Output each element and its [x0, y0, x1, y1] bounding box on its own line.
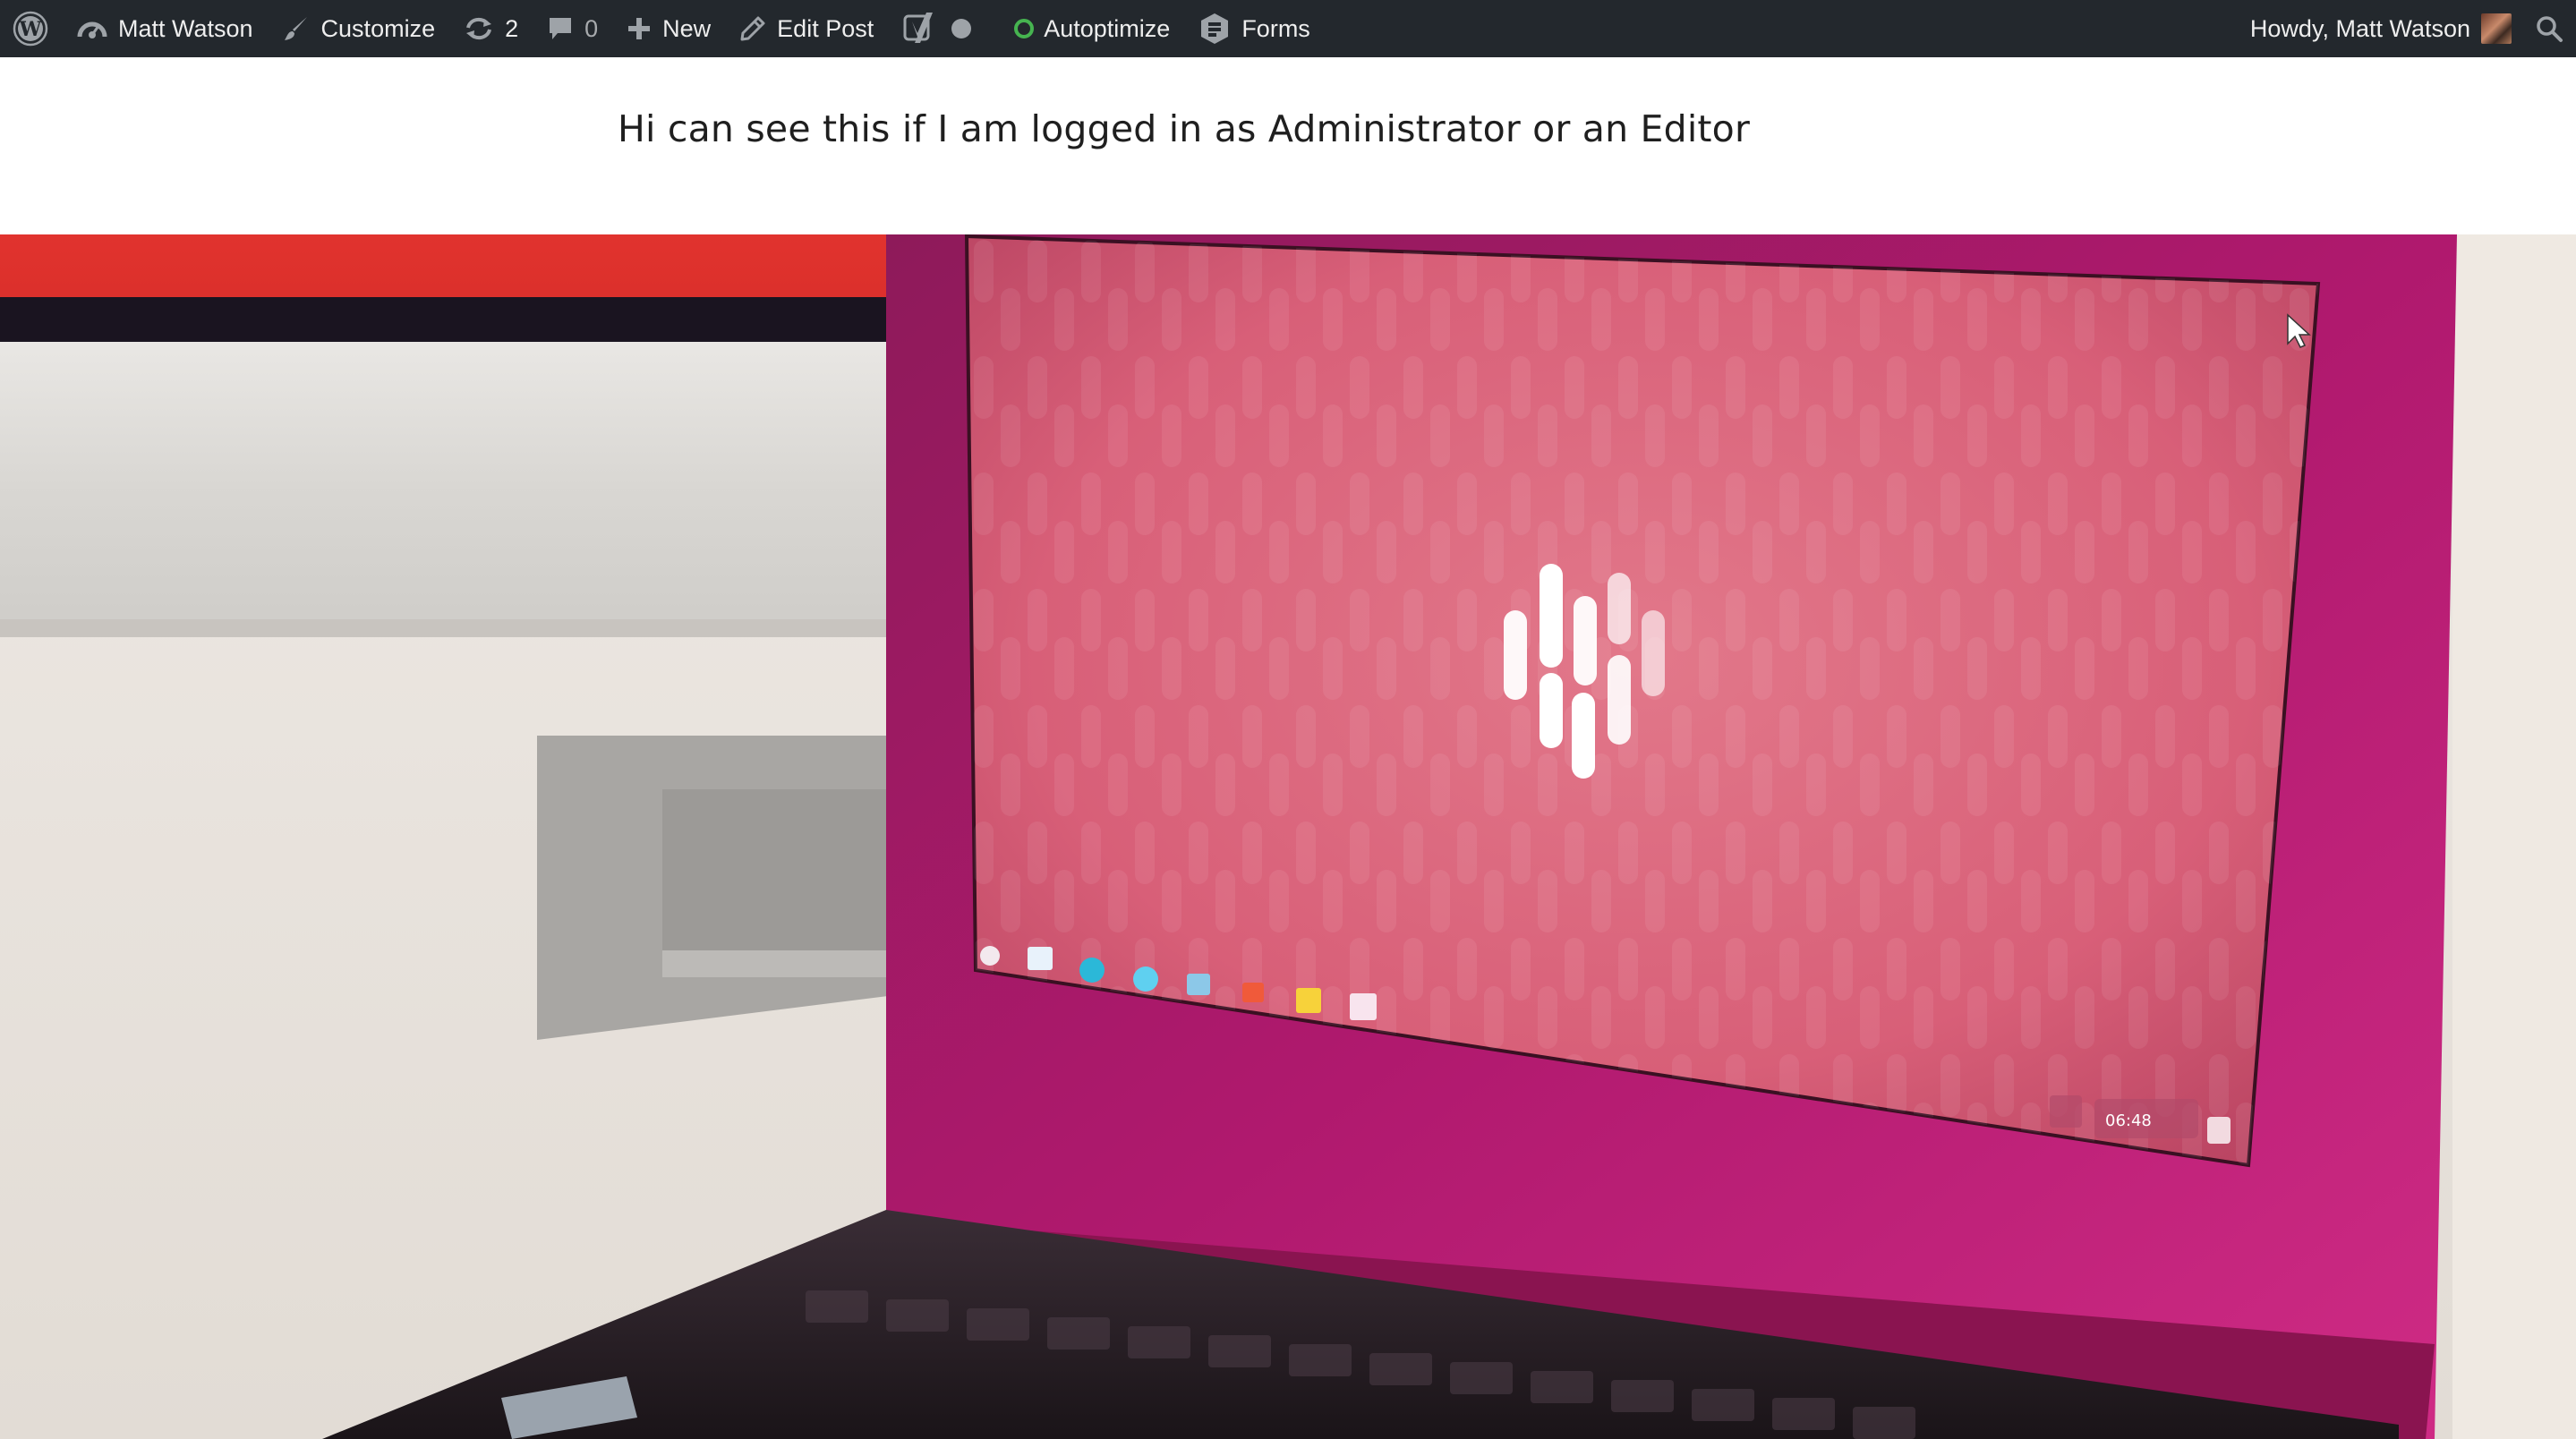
customize-label: Customize — [320, 14, 436, 42]
autoptimize-label: Autoptimize — [1044, 14, 1171, 42]
laptop-photo: 06:48 — [0, 234, 2576, 1439]
seo-score-indicator[interactable] — [942, 0, 986, 57]
edit-post-label: Edit Post — [777, 14, 874, 42]
wordpress-logo-icon: W — [13, 11, 48, 47]
dashboard-icon — [77, 15, 107, 42]
my-account-menu[interactable]: Howdy, Matt Watson — [2236, 0, 2521, 57]
search-icon — [2535, 14, 2563, 43]
status-dot-icon — [951, 18, 972, 39]
autoptimize-menu[interactable]: Autoptimize — [986, 0, 1184, 57]
site-name: Matt Watson — [118, 14, 253, 42]
search-button[interactable] — [2521, 0, 2576, 57]
avatar — [2481, 13, 2512, 44]
forms-menu[interactable]: Forms — [1184, 0, 1325, 57]
updates-link[interactable]: 2 — [449, 0, 533, 57]
restricted-content-notice: Hi can see this if I am logged in as Adm… — [618, 107, 1751, 150]
site-name-menu[interactable]: Matt Watson — [63, 0, 268, 57]
new-content-menu[interactable]: New — [612, 0, 725, 57]
brush-icon — [282, 14, 311, 43]
forms-label: Forms — [1241, 14, 1310, 42]
admin-bar-secondary: Howdy, Matt Watson — [2236, 0, 2576, 57]
comments-count: 0 — [584, 14, 599, 42]
pencil-icon — [739, 15, 766, 42]
comment-icon — [547, 15, 574, 42]
svg-text:W: W — [19, 18, 42, 41]
new-label: New — [662, 14, 712, 42]
featured-image: 06:48 — [0, 234, 2576, 1439]
edit-post-link[interactable]: Edit Post — [725, 0, 888, 57]
updates-count: 2 — [505, 14, 519, 42]
seo-menu[interactable] — [888, 0, 942, 57]
autoptimize-status-icon — [1013, 18, 1035, 39]
admin-bar: W Matt Watson Customize 2 0 New Edit Pos… — [0, 0, 2576, 57]
user-greeting: Howdy, Matt Watson — [2249, 14, 2470, 42]
screen-clock: 06:48 — [2105, 1111, 2152, 1130]
wordpress-menu[interactable]: W — [0, 0, 63, 57]
yoast-icon — [902, 11, 936, 47]
updates-icon — [464, 15, 494, 42]
customize-link[interactable]: Customize — [268, 0, 450, 57]
comments-link[interactable]: 0 — [533, 0, 612, 57]
plus-icon — [627, 16, 652, 41]
forms-icon — [1198, 12, 1231, 46]
